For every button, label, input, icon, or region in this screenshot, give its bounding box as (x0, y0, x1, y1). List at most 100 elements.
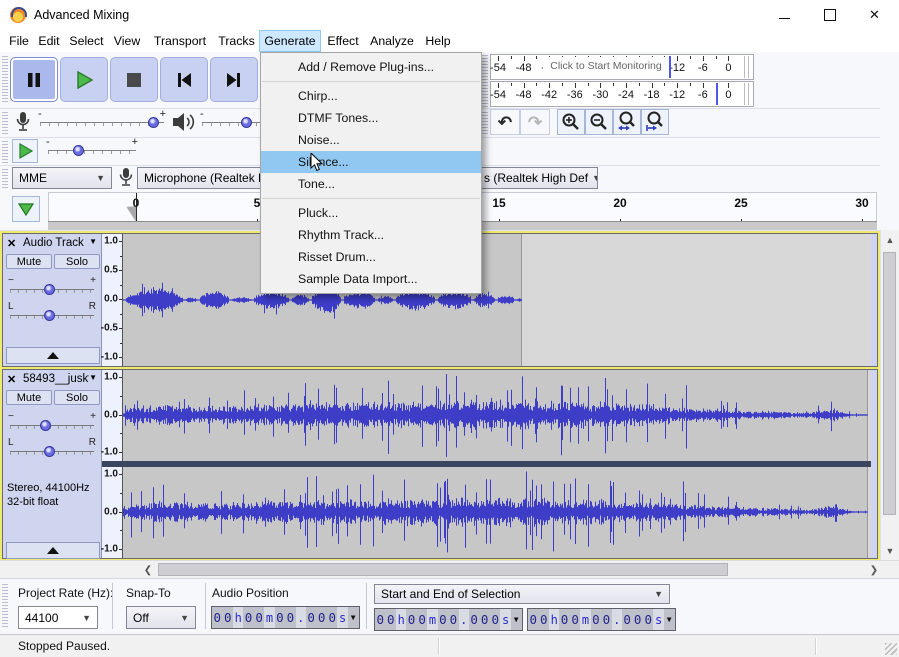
solo-button[interactable]: Solo (54, 390, 100, 405)
time-digit[interactable]: 0 (622, 609, 633, 630)
playhead-marker[interactable] (127, 207, 136, 221)
time-unit-label[interactable]: h (233, 607, 243, 628)
menu-item-tone[interactable]: Tone... (261, 173, 481, 195)
vertical-scale-ruler[interactable]: 1.00.0-1.0 (102, 467, 123, 558)
chevron-down-icon[interactable]: ▼ (348, 607, 359, 628)
scroll-left-icon[interactable]: ❮ (140, 561, 156, 579)
time-digit[interactable]: 0 (559, 609, 570, 630)
timeline-options-button[interactable] (12, 196, 40, 222)
menu-generate[interactable]: Generate (259, 30, 321, 52)
slider-thumb[interactable] (44, 310, 55, 321)
menu-item-dtmf-tones[interactable]: DTMF Tones... (261, 107, 481, 129)
time-digit[interactable]: 0 (570, 609, 581, 630)
recording-meter[interactable]: -54-48-42-36-30-24-18-12-60Click to Star… (490, 54, 754, 80)
selection-start-field[interactable]: 00h00m00.000s▼ (374, 608, 523, 631)
slider-thumb[interactable] (40, 420, 51, 431)
time-digit[interactable]: 0 (254, 607, 265, 628)
audio-host-select[interactable]: MME▼ (12, 167, 112, 189)
track-close-icon[interactable]: ✕ (7, 237, 16, 250)
time-unit-label[interactable]: . (612, 609, 622, 630)
zoom-in-button[interactable] (557, 109, 585, 135)
pan-slider[interactable]: LR (8, 438, 96, 460)
time-unit-label[interactable]: m (264, 607, 274, 628)
time-digit[interactable]: 0 (275, 607, 286, 628)
time-digit[interactable]: 0 (479, 609, 490, 630)
time-digit[interactable]: 0 (243, 607, 254, 628)
vertical-scrollbar[interactable]: ▲ ▼ (881, 230, 899, 560)
time-digit[interactable]: 0 (375, 609, 386, 630)
pause-button[interactable] (10, 57, 58, 102)
play-at-speed-button[interactable] (12, 139, 38, 163)
menu-analyze[interactable]: Analyze (365, 30, 419, 52)
time-digit[interactable]: 0 (528, 609, 539, 630)
time-digit[interactable]: 0 (539, 609, 550, 630)
time-digit[interactable]: 0 (438, 609, 449, 630)
menu-view[interactable]: View (108, 30, 146, 52)
menu-item-silence[interactable]: Silence... (261, 151, 481, 173)
time-digit[interactable]: 0 (643, 609, 654, 630)
zoom-out-button[interactable] (585, 109, 613, 135)
time-unit-label[interactable]: h (549, 609, 559, 630)
menu-item-add-remove-plug-ins[interactable]: Add / Remove Plug-ins... (261, 56, 481, 78)
collapse-button[interactable] (6, 347, 100, 364)
menu-select[interactable]: Select (65, 30, 108, 52)
menu-item-risset-drum[interactable]: Risset Drum... (261, 246, 481, 268)
time-digit[interactable]: 0 (469, 609, 480, 630)
time-unit-label[interactable]: m (580, 609, 590, 630)
horizontal-scrollbar[interactable]: ❮ ❯ (0, 560, 899, 578)
mixer-toolbar-grip[interactable] (2, 112, 8, 134)
time-unit-label[interactable]: m (427, 609, 437, 630)
scroll-up-icon[interactable]: ▲ (881, 232, 899, 248)
menu-item-pluck[interactable]: Pluck... (261, 202, 481, 224)
menu-item-chirp[interactable]: Chirp... (261, 85, 481, 107)
time-digit[interactable]: 0 (591, 609, 602, 630)
menu-item-sample-data-import[interactable]: Sample Data Import... (261, 268, 481, 290)
scroll-right-icon[interactable]: ❯ (866, 561, 882, 579)
transport-toolbar-grip[interactable] (2, 56, 8, 104)
menu-tracks[interactable]: Tracks (214, 30, 259, 52)
time-digit[interactable]: 0 (406, 609, 417, 630)
time-digit[interactable]: 0 (448, 609, 459, 630)
time-unit-label[interactable]: h (396, 609, 406, 630)
waveform-area[interactable] (123, 467, 871, 558)
time-digit[interactable]: 0 (386, 609, 397, 630)
chevron-down-icon[interactable]: ▼ (511, 609, 522, 630)
time-digit[interactable]: 0 (223, 607, 234, 628)
menu-item-rhythm-track[interactable]: Rhythm Track... (261, 224, 481, 246)
maximize-button[interactable] (807, 0, 852, 30)
edit-toolbar-grip[interactable] (482, 112, 488, 134)
scroll-down-icon[interactable]: ▼ (881, 543, 899, 559)
menu-effect[interactable]: Effect (321, 30, 365, 52)
gain-slider[interactable]: −+ (8, 412, 96, 434)
track-close-icon[interactable]: ✕ (7, 373, 16, 386)
waveform-area[interactable] (123, 234, 871, 366)
selection-mode-select[interactable]: Start and End of Selection▼ (374, 584, 670, 604)
vertical-scale-ruler[interactable]: 1.00.50.0-0.5-1.0 (102, 234, 123, 366)
vertical-scrollbar-thumb[interactable] (883, 252, 896, 515)
time-digit[interactable]: 0 (306, 607, 317, 628)
fit-project-button[interactable] (641, 109, 669, 135)
mute-button[interactable]: Mute (6, 254, 52, 269)
time-unit-label[interactable]: s (500, 609, 510, 630)
collapse-button[interactable] (6, 542, 100, 559)
skip-to-start-button[interactable] (160, 57, 208, 102)
time-digit[interactable]: 0 (417, 609, 428, 630)
time-unit-label[interactable]: s (337, 607, 347, 628)
track-name-menu[interactable]: Audio Track▼ (23, 237, 97, 249)
snap-to-select[interactable]: Off▼ (126, 606, 196, 629)
track-name-menu[interactable]: 58493__juskt▼ (23, 373, 97, 385)
minimize-button[interactable] (762, 0, 807, 30)
time-digit[interactable]: 0 (316, 607, 327, 628)
time-digit[interactable]: 0 (327, 607, 338, 628)
time-unit-label[interactable]: s (653, 609, 663, 630)
time-digit[interactable]: 0 (212, 607, 223, 628)
close-button[interactable]: ✕ (852, 0, 897, 30)
time-unit-label[interactable]: . (459, 609, 469, 630)
play-speed-slider[interactable]: - + (46, 138, 138, 162)
menu-edit[interactable]: Edit (33, 30, 65, 52)
redo-button[interactable]: ↷ (520, 109, 550, 135)
meter-toolbar-grip[interactable] (482, 55, 488, 108)
time-digit[interactable]: 0 (285, 607, 296, 628)
horizontal-scrollbar-thumb[interactable] (158, 563, 728, 576)
menu-transport[interactable]: Transport (146, 30, 214, 52)
